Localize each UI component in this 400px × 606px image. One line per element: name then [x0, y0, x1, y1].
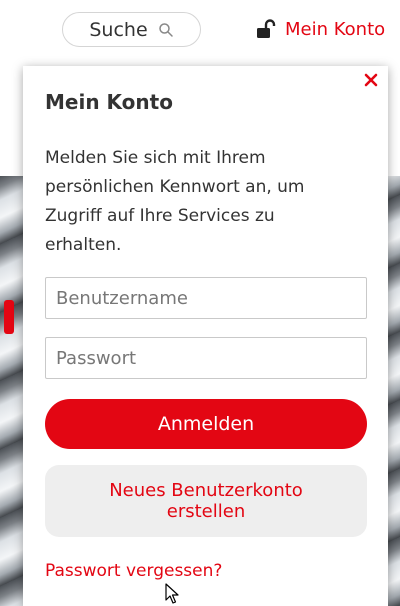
lock-open-icon	[257, 19, 276, 38]
login-flyout: Mein Konto Melden Sie sich mit Ihrem per…	[23, 66, 388, 606]
register-button[interactable]: Neues Benutzerkonto erstellen	[45, 465, 367, 537]
flyout-title: Mein Konto	[45, 90, 173, 114]
username-field[interactable]	[45, 277, 367, 319]
password-field[interactable]	[45, 337, 367, 379]
account-label: Mein Konto	[285, 18, 386, 40]
background-logo-fragment	[4, 300, 14, 334]
mouse-pointer-icon	[165, 583, 179, 604]
login-button[interactable]: Anmelden	[45, 399, 367, 449]
search-button[interactable]: Suche	[62, 12, 201, 47]
forgot-password-link[interactable]: Passwort vergessen?	[45, 561, 222, 581]
close-icon[interactable]	[364, 73, 378, 87]
search-label: Suche	[89, 18, 148, 41]
search-icon	[158, 22, 173, 37]
flyout-description: Melden Sie sich mit Ihrem persönlichen K…	[45, 148, 305, 255]
account-link[interactable]: Mein Konto	[256, 16, 385, 42]
header-bar: Suche Mein Konto	[0, 0, 400, 52]
